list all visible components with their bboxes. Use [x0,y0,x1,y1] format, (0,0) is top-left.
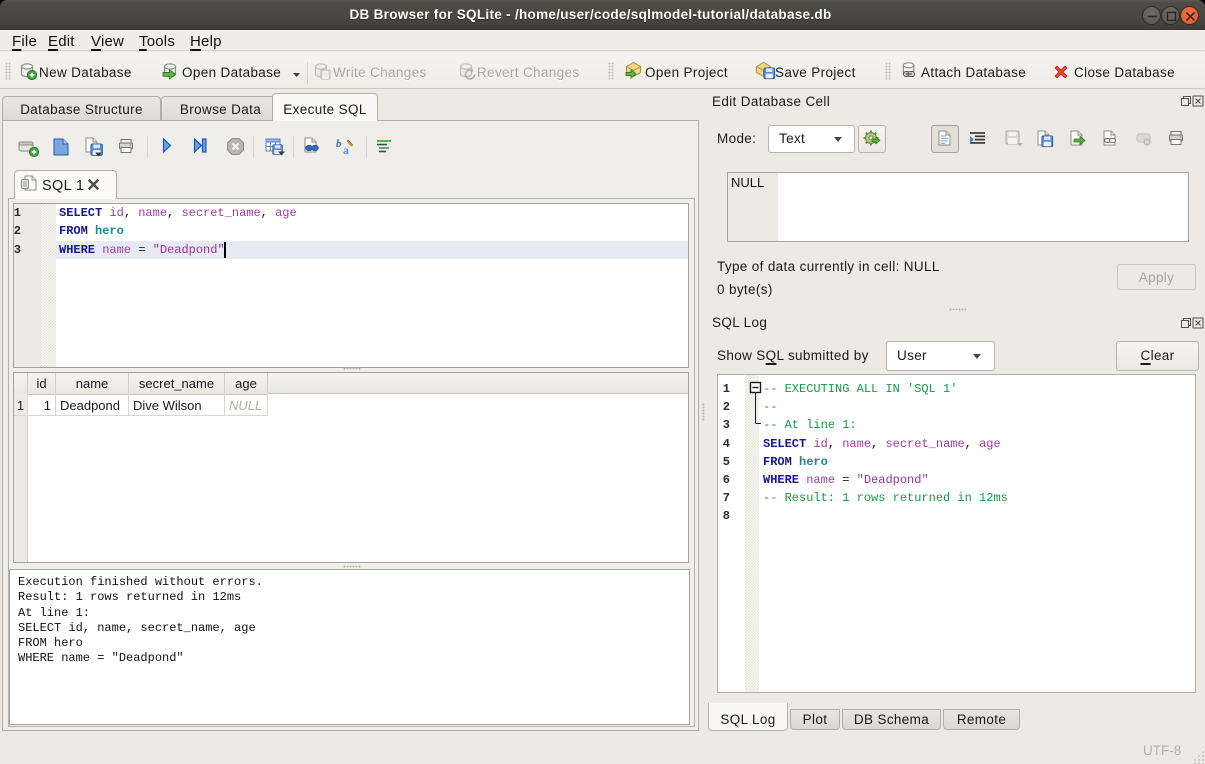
svg-text:b: b [336,138,342,150]
svg-text:a: a [343,143,349,157]
